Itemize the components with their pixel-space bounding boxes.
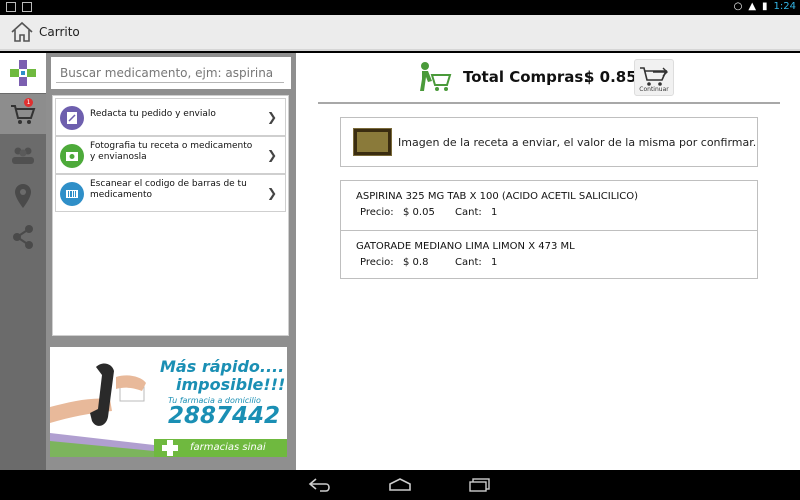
rail-item-users[interactable]: [0, 135, 46, 175]
cross-logo-icon: [10, 60, 36, 86]
promo-banner[interactable]: Más rápido.... imposible!!! Tu farmacia …: [50, 347, 287, 457]
cart-icon: [11, 105, 36, 124]
cart-arrow-icon: [640, 67, 668, 86]
cart-item[interactable]: ASPIRINA 325 MG TAB X 100 (ACIDO ACETIL …: [341, 181, 757, 230]
wifi-icon: ▲: [748, 1, 757, 12]
total-amount: $ 0.85: [584, 68, 637, 86]
left-rail: 1: [0, 53, 46, 470]
home-icon[interactable]: [10, 21, 34, 43]
image-notification-icon: [22, 2, 32, 12]
recent-apps-icon: [469, 478, 490, 492]
back-icon: [308, 478, 330, 492]
search-input[interactable]: [56, 63, 284, 83]
edit-icon: [60, 106, 84, 130]
home-button[interactable]: [386, 476, 414, 494]
cart-badge: 1: [24, 98, 33, 107]
price-label: Precio:: [360, 257, 394, 268]
rail-logo[interactable]: [0, 53, 46, 93]
phone-hand-illustration: [50, 363, 154, 457]
option-label: Escanear el codigo de barras de tu medic…: [90, 179, 247, 200]
promo-brand: farmacias sinai: [190, 442, 266, 453]
option-write-order[interactable]: Redacta tu pedido y envialo ❯: [55, 98, 286, 136]
main-content: Total Compras: $ 0.85 Continuar Imagen d…: [296, 53, 800, 470]
option-label: Redacta tu pedido y envialo: [90, 109, 216, 119]
notification-icon: [6, 2, 16, 12]
item-price: $ 0.05: [403, 207, 435, 218]
quantity-label: Cant:: [455, 207, 482, 218]
rail-item-location[interactable]: [0, 176, 46, 216]
recipe-card[interactable]: Imagen de la receta a enviar, el valor d…: [340, 117, 758, 167]
home-nav-icon: [389, 478, 411, 491]
item-name: GATORADE MEDIANO LIMA LIMON X 473 ML: [356, 241, 575, 252]
back-button[interactable]: [306, 476, 334, 494]
promo-headline: Más rápido....: [160, 357, 285, 376]
rail-item-cart[interactable]: 1: [0, 94, 46, 134]
search-box: [51, 57, 291, 89]
alarm-icon: ○: [733, 1, 743, 12]
promo-phone: 2887442: [168, 403, 281, 429]
divider: [318, 102, 780, 104]
battery-icon: ▮: [762, 1, 768, 12]
promo-headline-2: imposible!!!: [176, 375, 286, 394]
item-quantity: 1: [491, 257, 498, 268]
item-name: ASPIRINA 325 MG TAB X 100 (ACIDO ACETIL …: [356, 191, 639, 202]
total-label: Total Compras:: [463, 68, 590, 86]
brand-cross-icon: [162, 440, 178, 456]
cart-item[interactable]: GATORADE MEDIANO LIMA LIMON X 473 ML Pre…: [341, 230, 757, 279]
status-time: 1:24: [773, 1, 796, 12]
status-bar: ○ ▲ ▮ 1:24: [0, 0, 800, 15]
chevron-right-icon: ❯: [266, 110, 277, 124]
cart-items: ASPIRINA 325 MG TAB X 100 (ACIDO ACETIL …: [340, 180, 758, 279]
chevron-right-icon: ❯: [266, 148, 277, 162]
users-icon: [12, 147, 34, 164]
navigation-bar: [0, 470, 800, 500]
chevron-right-icon: ❯: [266, 186, 277, 200]
quantity-label: Cant:: [455, 257, 482, 268]
option-photo-recipe[interactable]: Fotografia tu receta o medicamento y env…: [55, 136, 286, 174]
page-title: Carrito: [39, 25, 80, 39]
barcode-icon: [60, 182, 84, 206]
recipe-thumbnail[interactable]: [353, 128, 392, 156]
location-pin-icon: [15, 184, 31, 208]
left-panel: Redacta tu pedido y envialo ❯ Fotografia…: [46, 53, 296, 470]
recipe-text: Imagen de la receta a enviar, el valor d…: [398, 136, 757, 149]
continue-button[interactable]: Continuar: [634, 59, 674, 96]
item-price: $ 0.8: [403, 257, 429, 268]
price-label: Precio:: [360, 207, 394, 218]
item-quantity: 1: [491, 207, 498, 218]
share-icon: [13, 225, 33, 249]
camera-icon: [60, 144, 84, 168]
action-bar: Carrito: [0, 15, 800, 51]
recent-apps-button[interactable]: [466, 476, 494, 494]
rail-item-share[interactable]: [0, 217, 46, 257]
shopping-person-icon: [420, 62, 452, 91]
total-row: Total Compras: $ 0.85 Continuar: [296, 53, 800, 103]
continue-label: Continuar: [639, 86, 669, 93]
option-label: Fotografia tu receta o medicamento y env…: [90, 141, 253, 162]
options-list: Redacta tu pedido y envialo ❯ Fotografia…: [52, 95, 289, 336]
option-scan-barcode[interactable]: Escanear el codigo de barras de tu medic…: [55, 174, 286, 212]
